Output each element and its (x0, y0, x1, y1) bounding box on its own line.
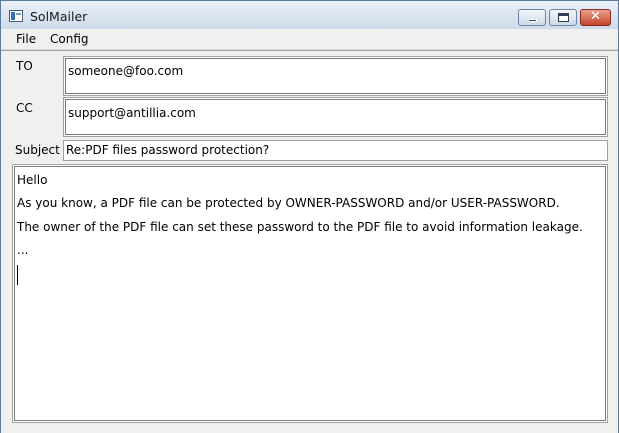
body-line: ... (17, 243, 29, 257)
body-line: Hello (17, 173, 48, 187)
body-line: As you know, a PDF file can be protected… (17, 196, 560, 210)
menu-file[interactable]: File (16, 32, 36, 46)
to-field[interactable]: someone@foo.com (63, 56, 608, 96)
menu-bar: File Config (1, 29, 618, 50)
message-body[interactable]: Hello As you know, a PDF file can be pro… (12, 164, 608, 423)
cc-value: support@antillia.com (68, 106, 196, 120)
menu-config[interactable]: Config (50, 32, 89, 46)
body-line: The owner of the PDF file can set these … (17, 220, 583, 234)
app-icon (9, 10, 23, 22)
app-window: SolMailer ✕ File Config TO someone@foo.c… (0, 0, 619, 433)
subject-value: Re:PDF files password protection? (66, 143, 270, 157)
to-label: TO (16, 59, 33, 73)
maximize-icon (558, 13, 569, 22)
minimize-button[interactable] (518, 9, 546, 26)
compose-form: TO someone@foo.com CC support@antillia.c… (1, 50, 618, 433)
minimize-icon (528, 19, 537, 22)
title-bar[interactable]: SolMailer ✕ (1, 1, 618, 29)
text-caret (17, 265, 18, 285)
cc-label: CC (16, 101, 33, 115)
window-title: SolMailer (30, 9, 88, 24)
close-icon: ✕ (590, 9, 601, 24)
to-value: someone@foo.com (68, 64, 184, 78)
close-button[interactable]: ✕ (580, 9, 611, 26)
subject-field[interactable]: Re:PDF files password protection? (63, 140, 608, 161)
subject-label: Subject (15, 143, 60, 157)
maximize-button[interactable] (549, 9, 577, 26)
cc-field[interactable]: support@antillia.com (63, 97, 608, 137)
